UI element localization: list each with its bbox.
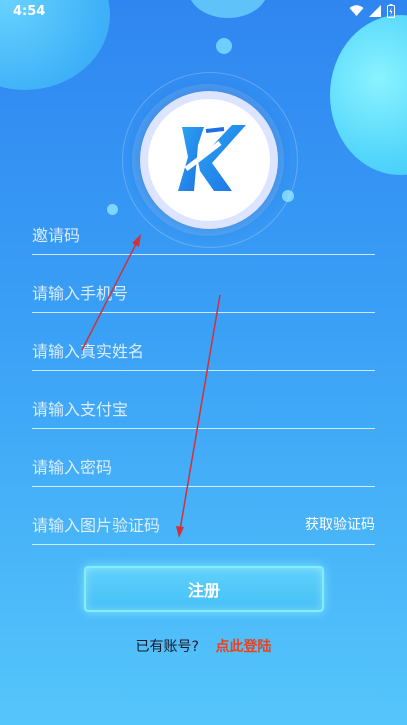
captcha-field: 获取验证码 [32, 504, 375, 545]
real-name-field [32, 330, 375, 371]
status-time: 4:54 [13, 4, 46, 19]
captcha-input[interactable] [32, 512, 292, 538]
logo-face [148, 99, 270, 221]
real-name-input[interactable] [32, 338, 292, 364]
alipay-field [32, 388, 375, 429]
battery-icon [387, 4, 395, 18]
status-bar: 4:54 [0, 0, 407, 24]
register-screen: 4:54 邀请码 请输入手机号 请输入真实姓名 请输入支付宝 请输入图片验证码 … [0, 0, 407, 725]
login-prompt: 已有账号? [135, 639, 199, 655]
invite-code-input[interactable] [32, 222, 292, 248]
get-code-button[interactable]: 获取验证码 [305, 514, 375, 534]
password-input[interactable] [32, 454, 292, 480]
decor-bubble [330, 15, 407, 175]
status-icons [349, 4, 395, 18]
signal-icon [369, 5, 381, 17]
password-field [32, 446, 375, 487]
phone-field [32, 272, 375, 313]
wifi-icon [349, 5, 364, 16]
phone-input[interactable] [32, 280, 292, 306]
login-row: 已有账号? 点此登陆 [0, 636, 407, 656]
decor-dot [216, 38, 232, 54]
app-logo [140, 91, 278, 229]
login-link[interactable]: 点此登陆 [215, 639, 271, 655]
register-button-label: 注册 [187, 581, 220, 600]
invite-code-field [32, 214, 375, 255]
k-logo-icon [178, 125, 246, 191]
register-button[interactable]: 注册 [84, 566, 324, 612]
alipay-input[interactable] [32, 396, 292, 422]
